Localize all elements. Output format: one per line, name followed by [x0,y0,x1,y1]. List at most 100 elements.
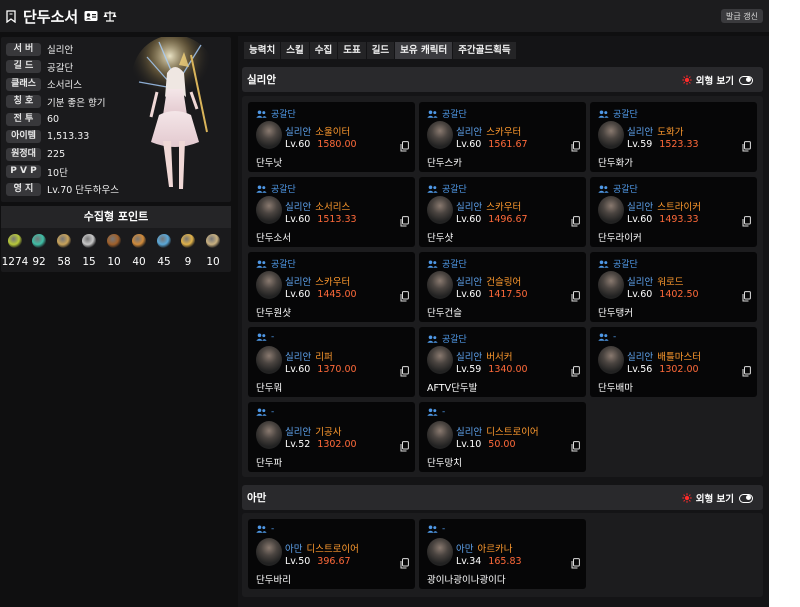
guild-name: - [613,332,617,342]
world-tree-leaf-icon[interactable] [157,234,171,248]
profile-value: 실리안 [47,45,74,56]
island-heart-icon[interactable] [32,234,46,248]
profile-label: 전 투 [6,112,41,126]
character-card[interactable]: - 실리안 리퍼 Lv.60 1370.00 단두뭐 [248,327,415,397]
character-name: 단두배마 [598,383,633,394]
scale-icon[interactable] [103,10,117,22]
toggle-switch-icon[interactable] [739,493,753,503]
orpheus-star-icon[interactable] [181,234,195,248]
character-card[interactable]: 공갈단 실리안 스카우터 Lv.60 1561.67 단두스카 [419,102,586,172]
users-icon [256,408,267,416]
copy-icon[interactable] [400,366,409,377]
copy-icon[interactable] [742,291,751,302]
character-card[interactable]: 공갈단 실리안 소울이터 Lv.60 1580.00 단두낫 [248,102,415,172]
character-server: 실리안 [627,127,654,138]
server-class-line: 실리안 소서리스 [285,199,350,213]
character-card[interactable]: - 실리안 기공사 Lv.52 1302.00 단두파 [248,402,415,472]
character-card[interactable]: 공갈단 실리안 스트라이커 Lv.60 1493.33 단두라이커 [590,177,757,247]
tab-6[interactable]: 주간골드획득 [453,42,516,59]
profile-label: 영 지 [6,182,41,196]
art-map-icon[interactable] [57,234,71,248]
appearance-toggle[interactable]: 외형 보기 [682,73,753,87]
tab-4[interactable]: 길드 [366,42,395,59]
tab-0[interactable]: 능력치 [244,42,281,59]
character-card[interactable]: 공갈단 실리안 버서커 Lv.59 1340.00 AFTV단두발 [419,327,586,397]
copy-icon[interactable] [400,141,409,152]
character-card[interactable]: 공갈단 실리안 스카우터 Lv.60 1445.00 단두원샷 [248,252,415,322]
copy-icon[interactable] [400,558,409,569]
sea-bounty-icon[interactable] [206,234,220,248]
character-class: 디스트로이어 [306,544,359,555]
adventure-book-icon[interactable] [132,234,146,248]
toggle-switch-icon[interactable] [739,75,753,85]
character-level: Lv.60 [285,364,311,375]
copy-icon[interactable] [571,216,580,227]
copy-icon[interactable] [400,291,409,302]
character-avatar [427,346,453,374]
guild-info: 공갈단 [598,107,638,120]
ignea-token-icon[interactable] [107,234,121,248]
copy-icon[interactable] [742,141,751,152]
item-level: 1513.33 [317,214,357,225]
refresh-button[interactable]: 발급 갱신 [721,9,763,23]
seed-icon[interactable] [8,234,22,248]
guild-info: 공갈단 [256,107,296,120]
profile-label: 칭 호 [6,95,41,108]
character-card[interactable]: - 실리안 디스트로이어 Lv.10 50.00 단두망치 [419,402,586,472]
giant-heart-icon[interactable] [82,234,96,248]
guild-name: - [271,407,275,417]
copy-icon[interactable] [571,366,580,377]
character-card[interactable]: - 아만 디스트로이어 Lv.50 396.67 단두바리 [248,519,415,589]
character-class: 리퍼 [315,352,333,363]
copy-icon[interactable] [571,441,580,452]
character-card[interactable]: - 실리안 배틀마스터 Lv.56 1302.00 단두배마 [590,327,757,397]
character-card[interactable]: 공갈단 실리안 도화가 Lv.59 1523.33 단두화가 [590,102,757,172]
level-line: Lv.59 1523.33 [627,139,699,150]
character-class: 배틀마스터 [657,352,701,363]
character-card[interactable]: 공갈단 실리안 소서리스 Lv.60 1513.33 단두소서 [248,177,415,247]
appearance-toggle[interactable]: 외형 보기 [682,491,753,505]
item-level: 1417.50 [488,289,528,300]
character-grid: 공갈단 실리안 소울이터 Lv.60 1580.00 단두낫 공갈단 실리안 스카우터 Lv.60… [242,96,763,477]
level-line: Lv.59 1340.00 [456,364,528,375]
copy-icon[interactable] [400,441,409,452]
copy-icon[interactable] [571,141,580,152]
item-level: 396.67 [317,556,351,567]
item-level: 165.83 [488,556,522,567]
profile-value: 10단 [47,167,68,179]
character-card[interactable]: 공갈단 실리안 워로드 Lv.60 1402.50 단두탱커 [590,252,757,322]
profile-row: 아이템 1,513.33 [6,130,89,144]
profile-row: 칭 호 기분 좋은 향기 [6,95,105,109]
tab-1[interactable]: 스킬 [281,42,309,59]
character-avatar [427,196,453,224]
guild-info: - [427,407,445,417]
copy-icon[interactable] [571,558,580,569]
users-icon [427,335,438,343]
copy-icon[interactable] [400,216,409,227]
guild-name: 공갈단 [442,260,467,270]
copy-icon[interactable] [742,366,751,377]
tab-5[interactable]: 보유 캐릭터 [395,42,453,59]
tab-bar: 능력치 스킬 수집 도표 길드 보유 캐릭터 주간골드획득 [244,42,517,59]
copy-icon[interactable] [571,291,580,302]
tab-2[interactable]: 수집 [309,42,338,59]
users-icon [427,110,438,118]
character-server: 실리안 [456,127,483,138]
level-line: Lv.60 1370.00 [285,364,357,375]
copy-icon[interactable] [742,216,751,227]
id-card-icon[interactable] [84,10,98,22]
character-card[interactable]: 공갈단 실리안 건슬링어 Lv.60 1417.50 단두건슬 [419,252,586,322]
sun-icon [682,75,692,85]
level-line: Lv.10 50.00 [456,439,516,450]
character-grid: - 아만 디스트로이어 Lv.50 396.67 단두바리 - 아만 아르카나 Lv.34 165.… [242,513,763,597]
tab-3[interactable]: 도표 [338,42,366,59]
character-card[interactable]: 공갈단 실리안 스카우터 Lv.60 1496.67 단두샷 [419,177,586,247]
guild-info: - [256,524,274,534]
character-avatar [427,271,453,299]
users-icon [427,525,438,533]
character-level: Lv.10 [456,439,482,450]
character-level: Lv.60 [285,289,311,300]
bookmark-icon[interactable] [6,9,16,23]
character-avatar [598,346,624,374]
character-card[interactable]: - 아만 아르카나 Lv.34 165.83 광이나광이나광이다 [419,519,586,589]
